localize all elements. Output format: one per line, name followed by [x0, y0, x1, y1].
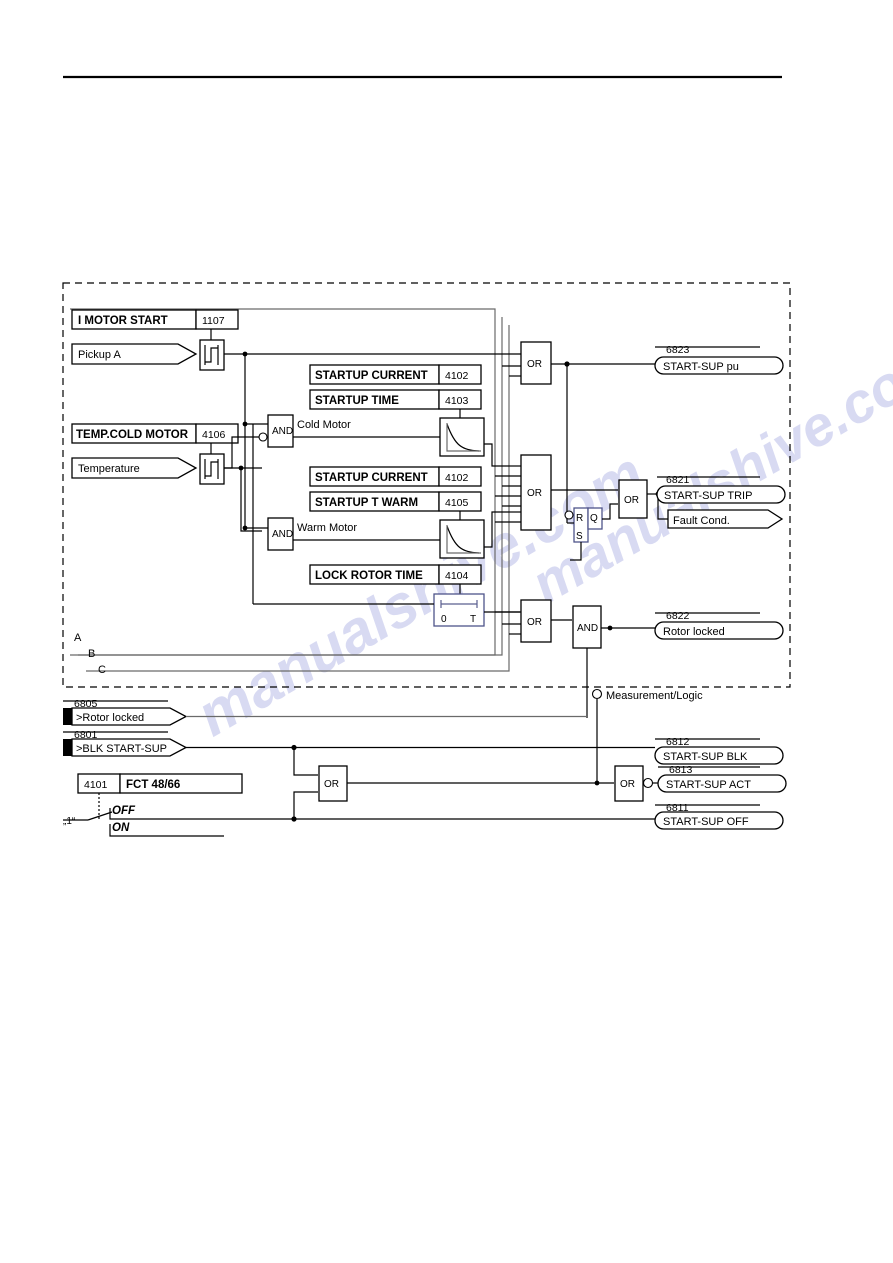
bus-label-a: A: [74, 632, 82, 644]
output-label: START-SUP ACT: [666, 779, 751, 791]
measured-input-label: Temperature: [78, 463, 140, 475]
setting-block-fct-48-66[interactable]: 4101 FCT 48/66: [77, 773, 243, 794]
setting-block-lock-rotor-time[interactable]: LOCK ROTOR TIME 4104: [309, 564, 482, 585]
timer-block-0-t: 0 T: [433, 593, 485, 627]
gate-or-act[interactable]: OR: [614, 765, 654, 802]
binary-input-blk-start-sup[interactable]: 6801 >BLK START-SUP: [63, 729, 188, 757]
binary-input-rotor-locked[interactable]: 6805 >Rotor locked: [63, 698, 188, 726]
setting-block-startup-t-warm[interactable]: STARTUP T WARM 4105: [309, 491, 482, 512]
diagram-page: manualshive.com manualshive.com .ln { st…: [0, 0, 893, 1263]
bus-label-c: C: [98, 664, 106, 676]
setting-block-startup-current-2[interactable]: STARTUP CURRENT 4102: [309, 466, 482, 487]
setting-block-startup-current-1[interactable]: STARTUP CURRENT 4102: [309, 364, 482, 385]
output-start-sup-off[interactable]: 6811 START-SUP OFF: [654, 802, 784, 830]
gate-label: AND: [577, 623, 598, 634]
bus-label-a-text: A: [74, 632, 82, 644]
output-start-sup-blk[interactable]: 6812 START-SUP BLK: [654, 736, 784, 765]
setting-block-startup-time[interactable]: STARTUP TIME 4103: [309, 389, 482, 410]
output-label: START-SUP TRIP: [664, 490, 752, 502]
setting-address: 4106: [202, 429, 226, 441]
setting-block-i-motor-start[interactable]: I MOTOR START 1107: [71, 309, 239, 330]
gate-label: OR: [620, 779, 635, 790]
timer-right-label: T: [470, 614, 476, 625]
output-number: 6812: [666, 736, 690, 748]
setting-label: LOCK ROTOR TIME: [315, 570, 423, 582]
output-start-sup-act[interactable]: 6813 START-SUP ACT: [657, 764, 787, 793]
inverse-time-curve-warm: [439, 519, 485, 559]
setting-label: STARTUP TIME: [315, 395, 399, 407]
bus-label-b-text: B: [88, 648, 95, 660]
output-label: START-SUP pu: [663, 361, 739, 373]
gate-or-trip-out[interactable]: OR: [618, 479, 648, 519]
setting-address: 4104: [445, 570, 469, 582]
setting-label: FCT 48/66: [126, 779, 180, 791]
output-number: 6813: [669, 764, 693, 776]
setting-label: I MOTOR START: [78, 315, 168, 327]
gate-and-warm-motor[interactable]: AND: [267, 517, 294, 551]
switch-on-label: ON: [112, 822, 130, 834]
gate-and-rotor-locked[interactable]: AND: [572, 605, 602, 649]
gate-or-trip[interactable]: OR: [520, 454, 552, 531]
gate-label: OR: [624, 495, 639, 506]
output-label: Rotor locked: [663, 626, 725, 638]
output-label: START-SUP OFF: [663, 816, 749, 828]
flipflop-s-label: S: [576, 531, 583, 542]
binary-input-label: >Rotor locked: [76, 712, 144, 724]
output-start-sup-trip[interactable]: 6821 START-SUP TRIP: [656, 474, 786, 504]
flipflop-r-label: R: [576, 513, 583, 524]
setting-address: 4102: [445, 370, 469, 382]
bus-label-c-text: C: [98, 664, 106, 676]
setting-block-temp-cold-motor[interactable]: TEMP.COLD MOTOR 4106: [71, 423, 239, 444]
output-number: 6821: [666, 474, 690, 486]
gate-label: OR: [527, 617, 542, 628]
measured-input-label: Pickup A: [78, 349, 121, 361]
setting-label: TEMP.COLD MOTOR: [76, 429, 189, 441]
fault-cond-label: Fault Cond.: [673, 515, 730, 527]
setting-address: 4102: [445, 472, 469, 484]
rs-flipflop[interactable]: R S Q: [564, 507, 603, 543]
output-number: 6823: [666, 344, 690, 356]
gate-and-cold-motor[interactable]: AND: [258, 414, 294, 448]
logic-diagram-svg: .ln { stroke:#000; stroke-width:1.2; fil…: [62, 75, 791, 837]
threshold-comparator-pickup-a: [199, 339, 225, 371]
gate-label: OR: [324, 779, 339, 790]
timer-left-label: 0: [441, 614, 447, 625]
threshold-comparator-temperature: [199, 453, 225, 485]
branch-label-cold-motor: Cold Motor: [297, 419, 351, 431]
gate-or-rotor[interactable]: OR: [520, 599, 552, 643]
input-fault-cond[interactable]: Fault Cond.: [667, 509, 784, 529]
binary-input-label: >BLK START-SUP: [76, 743, 167, 755]
output-rotor-locked[interactable]: 6822 Rotor locked: [654, 610, 784, 640]
gate-or-blk[interactable]: OR: [318, 765, 348, 802]
output-label: START-SUP BLK: [663, 751, 748, 763]
setting-address: 4101: [84, 779, 108, 791]
setting-label: STARTUP CURRENT: [315, 472, 428, 484]
branch-label-warm-motor: Warm Motor: [297, 522, 357, 534]
setting-address: 4105: [445, 497, 469, 509]
setting-address: 4103: [445, 395, 469, 407]
switch-off-label: OFF: [112, 805, 136, 817]
output-number: 6822: [666, 610, 690, 622]
measurement-logic-label: Measurement/Logic: [606, 690, 703, 702]
setting-label: STARTUP T WARM: [315, 497, 418, 509]
setting-label: STARTUP CURRENT: [315, 370, 428, 382]
measured-input-temperature[interactable]: Temperature: [71, 457, 198, 479]
flipflop-q-label: Q: [590, 513, 598, 524]
setting-address: 1107: [202, 315, 225, 327]
output-start-sup-pu[interactable]: 6823 START-SUP pu: [654, 344, 784, 375]
gate-label: AND: [272, 426, 293, 437]
gate-or-pickup[interactable]: OR: [520, 341, 552, 385]
gate-label: OR: [527, 488, 542, 499]
gate-label: OR: [527, 359, 542, 370]
bus-label-b: B: [88, 648, 95, 660]
mode-switch[interactable]: „1“ OFF ON: [63, 805, 224, 837]
measured-input-pickup-a[interactable]: Pickup A: [71, 343, 198, 365]
gate-label: AND: [272, 529, 293, 540]
switch-one-label: „1“: [63, 816, 75, 827]
inverse-time-curve-cold: [439, 417, 485, 457]
